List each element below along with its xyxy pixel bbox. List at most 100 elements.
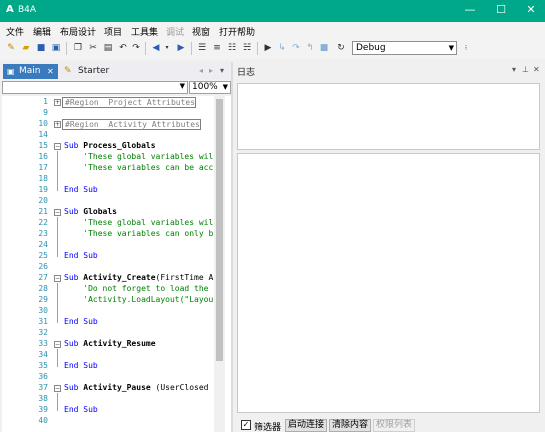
collapse-sub-icon[interactable]: −: [54, 341, 61, 348]
code-editor[interactable]: 1 9 10 14 15 16 17 18 19 20 21 22 23 24 25 26 27 28 29 30 31…: [2, 96, 231, 432]
step-into-icon[interactable]: ↳: [276, 42, 288, 54]
fold-guide: [57, 217, 58, 257]
code-keyword: Sub: [64, 273, 84, 282]
expand-region-icon[interactable]: +: [54, 121, 61, 128]
minimize-button[interactable]: —: [462, 3, 478, 17]
code-line[interactable]: Sub Activity_Pause (UserClosed: [64, 383, 213, 393]
copy-icon[interactable]: ❐: [72, 42, 84, 54]
close-button[interactable]: ✕: [523, 3, 539, 17]
permissions-list-button[interactable]: 权限列表: [373, 419, 416, 432]
menu-debug[interactable]: 调试: [166, 25, 184, 38]
code-keyword: End Sub: [64, 361, 98, 370]
menu-windows[interactable]: 视窗: [192, 25, 210, 38]
step-out-icon[interactable]: ↰: [304, 42, 316, 54]
undo-icon[interactable]: ↶: [117, 42, 129, 54]
save-icon[interactable]: ■: [35, 42, 47, 54]
outdent-icon[interactable]: ≡: [211, 42, 223, 54]
filter-label: 筛选器: [254, 423, 282, 432]
line-number: 19: [38, 185, 48, 194]
line-number: 1: [43, 97, 48, 106]
menu-edit[interactable]: 编辑: [33, 25, 51, 38]
code-line[interactable]: 'These variables can only b: [64, 229, 213, 239]
menu-help[interactable]: 打开帮助: [219, 25, 255, 38]
run-icon[interactable]: ▶: [262, 42, 274, 54]
collapsed-region[interactable]: #Region Project Attributes: [62, 97, 197, 108]
comment-block-icon[interactable]: ☷: [226, 42, 238, 54]
menu-designer[interactable]: 布局设计: [60, 25, 96, 38]
tab-scroll-left-icon[interactable]: ◂: [199, 66, 203, 75]
code-line[interactable]: 'These global variables wil: [64, 218, 213, 228]
line-number: 14: [38, 130, 48, 139]
indent-icon[interactable]: ☰: [196, 42, 208, 54]
menu-project[interactable]: 项目: [104, 25, 122, 38]
code-line[interactable]: Sub Globals: [64, 207, 117, 217]
title-bar: A B4A — ☐ ✕: [0, 0, 545, 22]
redo-icon[interactable]: ↷: [130, 42, 142, 54]
line-number: 10: [38, 119, 48, 128]
filter-checkbox[interactable]: ✓: [241, 420, 251, 430]
tab-main[interactable]: ▣ Main ✕: [3, 64, 58, 79]
code-keyword: End Sub: [64, 317, 98, 326]
collapse-sub-icon[interactable]: −: [54, 209, 61, 216]
log-panel-title: 日志: [237, 68, 256, 78]
code-line[interactable]: End Sub: [64, 251, 98, 261]
zoom-value: 100%: [192, 82, 218, 92]
collapse-sub-icon[interactable]: −: [54, 143, 61, 150]
chevron-down-icon[interactable]: ▾: [161, 42, 173, 54]
open-folder-icon[interactable]: ▰: [20, 42, 32, 54]
tab-list-icon[interactable]: ▾: [220, 66, 224, 75]
paste-icon[interactable]: ▤: [102, 42, 114, 54]
maximize-button[interactable]: ☐: [493, 3, 509, 17]
toolbar-separator: [145, 42, 146, 55]
code-comment: 'These global variables wil: [64, 152, 214, 161]
code-line[interactable]: Sub Activity_Resume: [64, 339, 156, 349]
expand-region-icon[interactable]: +: [54, 99, 61, 106]
close-icon[interactable]: ✕: [47, 64, 54, 79]
zoom-select[interactable]: 100% ▼: [189, 81, 231, 94]
scrollbar-thumb[interactable]: [216, 99, 223, 361]
editor-scrollbar[interactable]: [214, 96, 225, 432]
tab-starter[interactable]: ✎ Starter: [60, 64, 120, 79]
code-line[interactable]: Sub Process_Globals: [64, 141, 156, 151]
menu-tools[interactable]: 工具集: [131, 25, 158, 38]
clear-logs-button[interactable]: 清除内容: [329, 419, 372, 432]
line-number: 16: [38, 152, 48, 161]
cut-icon[interactable]: ✂: [87, 42, 99, 54]
code-comment: 'These variables can be acc: [64, 163, 214, 172]
line-number: 15: [38, 141, 48, 150]
pin-icon[interactable]: ⊥: [522, 65, 529, 74]
code-line[interactable]: 'These global variables wil: [64, 152, 213, 162]
new-file-icon[interactable]: ✎: [5, 42, 17, 54]
close-icon[interactable]: ✕: [533, 65, 540, 74]
uncomment-block-icon[interactable]: ☵: [241, 42, 253, 54]
collapsed-region[interactable]: #Region Activity Attributes: [62, 119, 201, 130]
navigate-forward-icon[interactable]: ▶: [175, 42, 187, 54]
code-line[interactable]: End Sub: [64, 317, 98, 327]
toolbar-overflow-icon[interactable]: ⁝: [460, 42, 472, 54]
stop-icon[interactable]: ■: [318, 42, 330, 54]
collapse-sub-icon[interactable]: −: [54, 385, 61, 392]
menu-file[interactable]: 文件: [6, 25, 24, 38]
step-over-icon[interactable]: ↷: [290, 42, 302, 54]
code-line[interactable]: End Sub: [64, 405, 98, 415]
line-number: 32: [38, 328, 48, 337]
save-all-icon[interactable]: ▣: [50, 42, 62, 54]
tab-starter-label: Starter: [78, 66, 110, 76]
code-line[interactable]: 'Do not forget to load the: [64, 284, 208, 294]
code-comment: 'These global variables wil: [64, 218, 214, 227]
code-keyword: Sub: [64, 207, 84, 216]
panel-menu-icon[interactable]: ▾: [512, 65, 516, 74]
code-keyword: End Sub: [64, 251, 98, 260]
code-line[interactable]: End Sub: [64, 361, 98, 371]
member-select[interactable]: ▼: [2, 81, 188, 94]
line-number: 22: [38, 218, 48, 227]
connect-button[interactable]: 启动连接: [285, 419, 328, 432]
restart-icon[interactable]: ↻: [335, 42, 347, 54]
code-line[interactable]: 'Activity.LoadLayout("Layou: [64, 295, 213, 305]
code-line[interactable]: 'These variables can be acc: [64, 163, 213, 173]
code-line[interactable]: Sub Activity_Create(FirstTime A: [64, 273, 213, 283]
tab-scroll-right-icon[interactable]: ▸: [209, 66, 213, 75]
collapse-sub-icon[interactable]: −: [54, 275, 61, 282]
code-line[interactable]: End Sub: [64, 185, 98, 195]
build-config-select[interactable]: Debug ▼: [352, 41, 457, 55]
